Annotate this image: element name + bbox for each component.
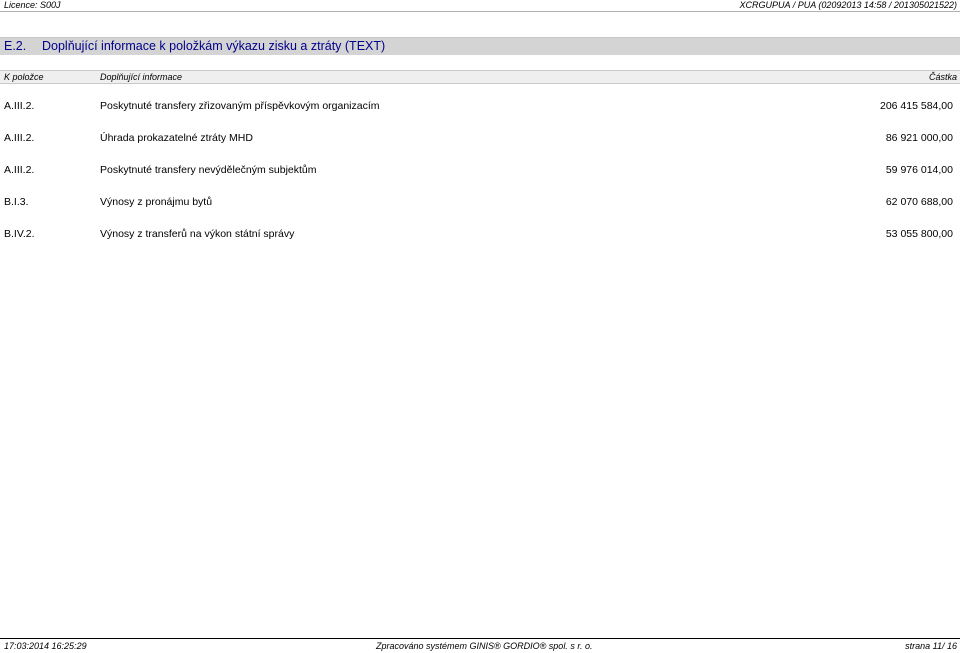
column-header-item: K položce [4, 72, 44, 82]
row-description: Výnosy z pronájmu bytů [100, 196, 213, 208]
row-amount: 62 070 688,00 [885, 196, 953, 208]
table-body: A.III.2. Poskytnuté transfery zřizovaným… [0, 98, 960, 258]
row-amount: 86 921 000,00 [885, 132, 953, 144]
row-code: A.III.2. [4, 132, 35, 144]
table-header: K položce Doplňující informace Částka [0, 70, 960, 84]
column-header-amount: Částka [928, 72, 957, 82]
table-row: A.III.2. Poskytnuté transfery nevýdělečn… [0, 162, 960, 194]
row-amount: 59 976 014,00 [885, 164, 953, 176]
licence-label: Licence: S00J [4, 0, 61, 10]
footer-timestamp: 17:03:2014 16:25:29 [4, 641, 87, 651]
section-code: E.2. [4, 39, 27, 53]
table-row: A.III.2. Poskytnuté transfery zřizovaným… [0, 98, 960, 130]
table-row: B.I.3. Výnosy z pronájmu bytů 62 070 688… [0, 194, 960, 226]
footer-page-number: strana 11/ 16 [905, 641, 957, 651]
footer-system: Zpracováno systémem GINIS® GORDIO® spol.… [376, 641, 593, 651]
row-amount: 206 415 584,00 [880, 100, 953, 112]
table-row: B.IV.2. Výnosy z transferů na výkon stát… [0, 226, 960, 258]
section-title-bar: E.2. Doplňující informace k položkám výk… [0, 37, 960, 55]
report-footer: 17:03:2014 16:25:29 Zpracováno systémem … [0, 640, 960, 652]
row-code: B.I.3. [4, 196, 29, 208]
header-divider [0, 11, 960, 12]
row-amount: 53 055 800,00 [885, 228, 953, 240]
row-code: B.IV.2. [4, 228, 35, 240]
column-header-info: Doplňující informace [100, 72, 183, 82]
table-row: A.III.2. Úhrada prokazatelné ztráty MHD … [0, 130, 960, 162]
row-description: Výnosy z transferů na výkon státní správ… [100, 228, 295, 240]
section-title: Doplňující informace k položkám výkazu z… [42, 39, 386, 53]
row-description: Úhrada prokazatelné ztráty MHD [100, 132, 253, 144]
row-description: Poskytnuté transfery zřizovaným příspěvk… [100, 100, 380, 112]
report-header: Licence: S00J XCRGUPUA / PUA (02092013 1… [0, 0, 960, 10]
row-description: Poskytnuté transfery nevýdělečným subjek… [100, 164, 317, 176]
footer-divider [0, 638, 960, 639]
row-code: A.III.2. [4, 100, 35, 112]
row-code: A.III.2. [4, 164, 35, 176]
report-id: XCRGUPUA / PUA (02092013 14:58 / 2013050… [739, 0, 957, 10]
